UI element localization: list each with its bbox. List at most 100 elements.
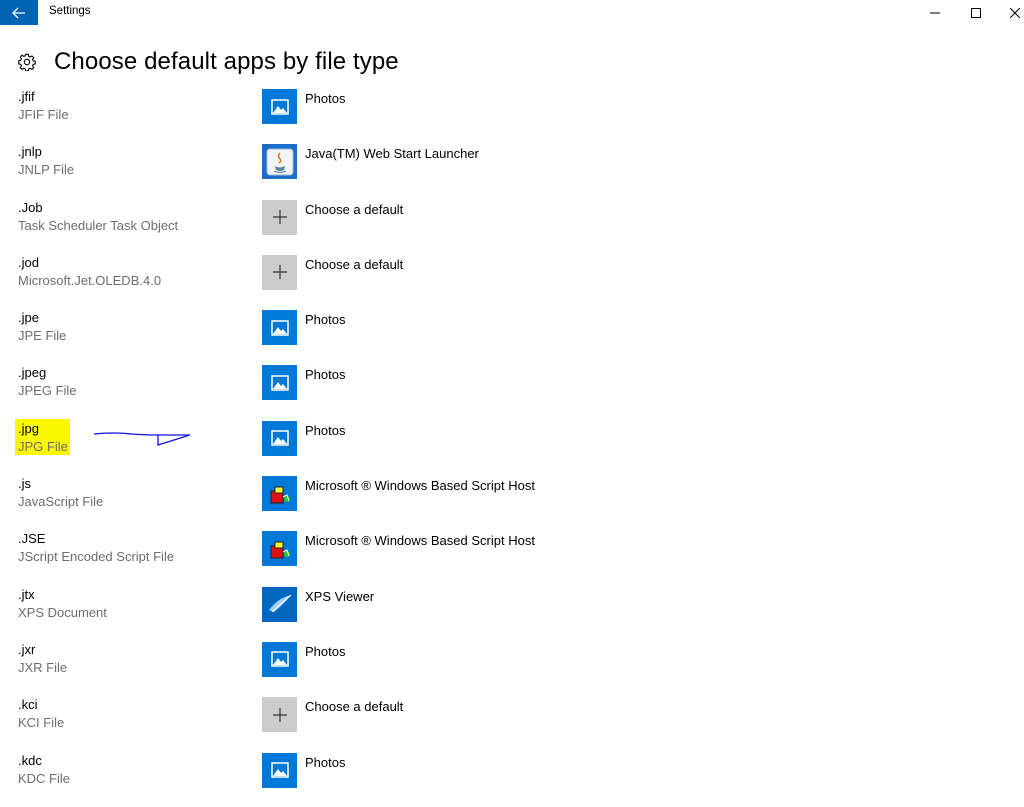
list-item: .js JavaScript File Microsoft ® Windows … [0, 475, 1024, 530]
script-host-icon [262, 476, 297, 512]
file-extension: .jtx [18, 586, 35, 602]
app-name: Photos [305, 754, 346, 770]
file-description: JPG File [18, 438, 68, 454]
minimize-icon [930, 12, 940, 13]
list-item: .Job Task Scheduler Task Object Choose a… [0, 199, 1024, 254]
app-name: Microsoft ® Windows Based Script Host [305, 478, 535, 494]
app-name: Microsoft ® Windows Based Script Host [305, 533, 535, 549]
file-type-info: .jpeg JPEG File [18, 365, 218, 399]
list-item: .kdc KDC File Photos [0, 752, 1024, 807]
app-name: Choose a default [305, 256, 404, 272]
app-name: Choose a default [305, 699, 404, 715]
script-host-icon [262, 531, 297, 567]
file-type-info: .jtx XPS Document [18, 587, 218, 621]
file-type-info: .jpe JPE File [18, 310, 218, 344]
file-description: JXR File [18, 659, 68, 675]
file-extension: .jxr [18, 641, 36, 657]
plus-icon [262, 697, 297, 733]
title-bar: Settings [0, 0, 1024, 25]
file-description: KCI File [18, 715, 65, 731]
file-type-info: .kdc KDC File [18, 753, 218, 787]
app-name: Photos [305, 643, 346, 659]
file-description: JavaScript File [18, 494, 104, 510]
file-extension: .jnlp [18, 144, 42, 160]
file-extension: .Job [18, 199, 43, 215]
list-item: .jxr JXR File Photos [0, 641, 1024, 696]
default-app-button[interactable]: Choose a default [262, 199, 404, 236]
file-extension: .jpg [18, 420, 39, 436]
default-app-button[interactable]: Java(TM) Web Start Launcher [262, 144, 479, 180]
page-header: Choose default apps by file type [18, 46, 399, 78]
default-app-button[interactable]: Photos [262, 752, 346, 789]
photos-icon [262, 420, 297, 456]
file-extension: .JSE [18, 531, 46, 547]
list-item: .kci KCI File Choose a default [0, 696, 1024, 751]
file-type-info: .kci KCI File [18, 697, 218, 731]
window-title: Settings [49, 5, 91, 17]
page-title: Choose default apps by file type [54, 48, 399, 75]
default-app-button[interactable]: Photos [262, 365, 345, 401]
file-extension: .kci [18, 697, 38, 713]
list-item: .jtx XPS Document XPS Viewer [0, 586, 1024, 641]
plus-icon [262, 254, 297, 290]
app-name: Choose a default [305, 201, 404, 217]
gear-icon [18, 53, 36, 71]
list-item: .jnlp JNLP File Java(TM) Web Start Launc… [0, 143, 1024, 198]
app-name: Photos [305, 91, 346, 106]
default-app-button[interactable]: Choose a default [262, 697, 403, 733]
xps-viewer-icon [262, 586, 297, 622]
app-name: XPS Viewer [305, 588, 375, 604]
photos-icon [262, 365, 297, 401]
list-item: .jod Microsoft.Jet.OLEDB.4.0 Choose a de… [0, 254, 1024, 309]
default-app-button[interactable]: Photos [262, 310, 345, 346]
list-item: .JSE JScript Encoded Script File Microso… [0, 530, 1024, 585]
file-extension: .jfif [18, 89, 35, 104]
maximize-icon [971, 7, 981, 18]
default-app-button[interactable]: Microsoft ® Windows Based Script Host [262, 531, 535, 567]
photos-icon [262, 752, 297, 788]
back-button[interactable] [0, 0, 38, 25]
file-description: Task Scheduler Task Object [18, 217, 179, 233]
default-app-button[interactable]: Microsoft ® Windows Based Script Host [262, 476, 535, 512]
file-description: Microsoft.Jet.OLEDB.4.0 [18, 272, 162, 288]
file-description: XPS Document [18, 604, 107, 620]
close-icon [1010, 7, 1020, 18]
minimize-button[interactable] [912, 0, 958, 25]
file-description: JScript Encoded Script File [18, 549, 175, 565]
default-app-button[interactable]: Choose a default [262, 254, 404, 291]
file-type-info-highlighted: .jpg JPG File [15, 418, 70, 455]
close-button[interactable] [992, 0, 1024, 25]
default-app-button[interactable]: Photos [262, 420, 346, 457]
default-app-button[interactable]: Photos [262, 89, 345, 125]
photos-icon [262, 310, 297, 346]
file-extension: .kdc [18, 752, 42, 768]
file-extension: .js [18, 476, 31, 492]
list-item: .jfif JFIF File Photos [0, 88, 1024, 143]
java-icon [262, 144, 297, 180]
app-name: Java(TM) Web Start Launcher [305, 146, 479, 162]
file-type-info: .jnlp JNLP File [18, 144, 218, 178]
file-description: JNLP File [18, 162, 75, 178]
file-description: KDC File [18, 770, 71, 786]
file-description: JPEG File [18, 383, 77, 399]
file-extension: .jpeg [18, 365, 47, 381]
app-name: Photos [305, 312, 346, 328]
list-item: .jpeg JPEG File Photos [0, 364, 1024, 419]
file-type-info: .Job Task Scheduler Task Object [18, 200, 218, 234]
list-item: .jpe JPE File Photos [0, 309, 1024, 364]
file-type-info: .jxr JXR File [18, 642, 218, 676]
file-type-info: .js JavaScript File [18, 476, 218, 510]
photos-icon [262, 641, 297, 677]
default-app-button[interactable]: Photos [262, 641, 346, 678]
file-description: JFIF File [18, 107, 69, 122]
plus-icon [262, 199, 297, 235]
photos-icon [262, 89, 297, 124]
annotation-arrow-icon [93, 432, 191, 446]
file-extension: .jod [18, 254, 39, 270]
file-type-info: .jod Microsoft.Jet.OLEDB.4.0 [18, 255, 218, 289]
app-name: Photos [305, 422, 346, 438]
default-app-button[interactable]: XPS Viewer [262, 586, 375, 623]
file-type-info: .JSE JScript Encoded Script File [18, 531, 218, 565]
back-arrow-icon [12, 7, 25, 18]
file-type-info: .jfif JFIF File [18, 89, 218, 123]
